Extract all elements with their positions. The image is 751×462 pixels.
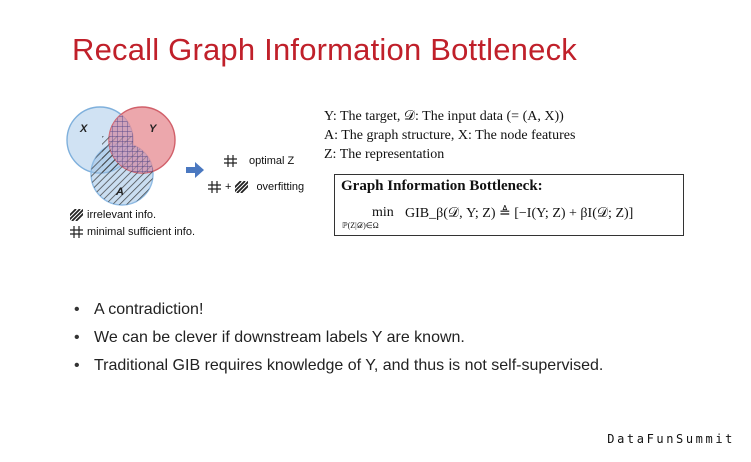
grid-icon <box>224 155 237 167</box>
outcome-optimal: optimal Z <box>224 155 294 167</box>
right-arrow-icon <box>186 162 204 178</box>
gib-formula: GIB_β(𝒟, Y; Z) ≜ [−I(Y; Z) + βI(𝒟; Z)] <box>405 206 634 221</box>
venn-label-y: Y <box>149 123 157 135</box>
legend-irrelevant-label: irrelevant info. <box>87 209 157 221</box>
legend-minimal-label: minimal sufficient info. <box>87 226 196 238</box>
bullet-list: A contradiction! We can be clever if dow… <box>74 296 603 380</box>
outcome-optimal-label: optimal Z <box>249 155 295 167</box>
venn-label-x: X <box>80 123 88 135</box>
watermark: DataFunSummit <box>607 432 735 446</box>
outcome-overfitting: + overfitting <box>208 181 304 193</box>
outcome-overfitting-label: overfitting <box>256 181 305 193</box>
venn-diagram: X Y A <box>62 106 184 206</box>
plus-sign: + <box>225 181 232 193</box>
hatch-icon <box>235 181 249 193</box>
bullet-item: We can be clever if downstream labels Y … <box>74 324 603 352</box>
slide-title: Recall Graph Information Bottleneck <box>72 32 577 67</box>
legend-irrelevant: irrelevant info. <box>70 208 156 222</box>
gib-subscript: ℙ(Z|𝒟)∈Ω <box>342 221 379 230</box>
bullet-item: Traditional GIB requires knowledge of Y,… <box>74 352 603 380</box>
hatch-icon <box>70 209 83 221</box>
gib-min: min <box>372 205 394 220</box>
definition-line: Y: The target, 𝒟: The input data (= (A, … <box>324 109 564 124</box>
gib-definition-box: Graph Information Bottleneck: min ℙ(Z|𝒟)… <box>334 174 684 236</box>
definition-line: A: The graph structure, X: The node feat… <box>324 128 576 143</box>
venn-label-a: A <box>116 186 124 198</box>
bullet-item: A contradiction! <box>74 296 603 324</box>
legend-minimal: minimal sufficient info. <box>70 225 195 239</box>
grid-icon <box>208 181 221 193</box>
grid-icon <box>70 226 83 238</box>
gib-title: Graph Information Bottleneck: <box>341 178 543 194</box>
definition-line: Z: The representation <box>324 147 445 162</box>
definitions: Y: The target, 𝒟: The input data (= (A, … <box>324 107 575 164</box>
